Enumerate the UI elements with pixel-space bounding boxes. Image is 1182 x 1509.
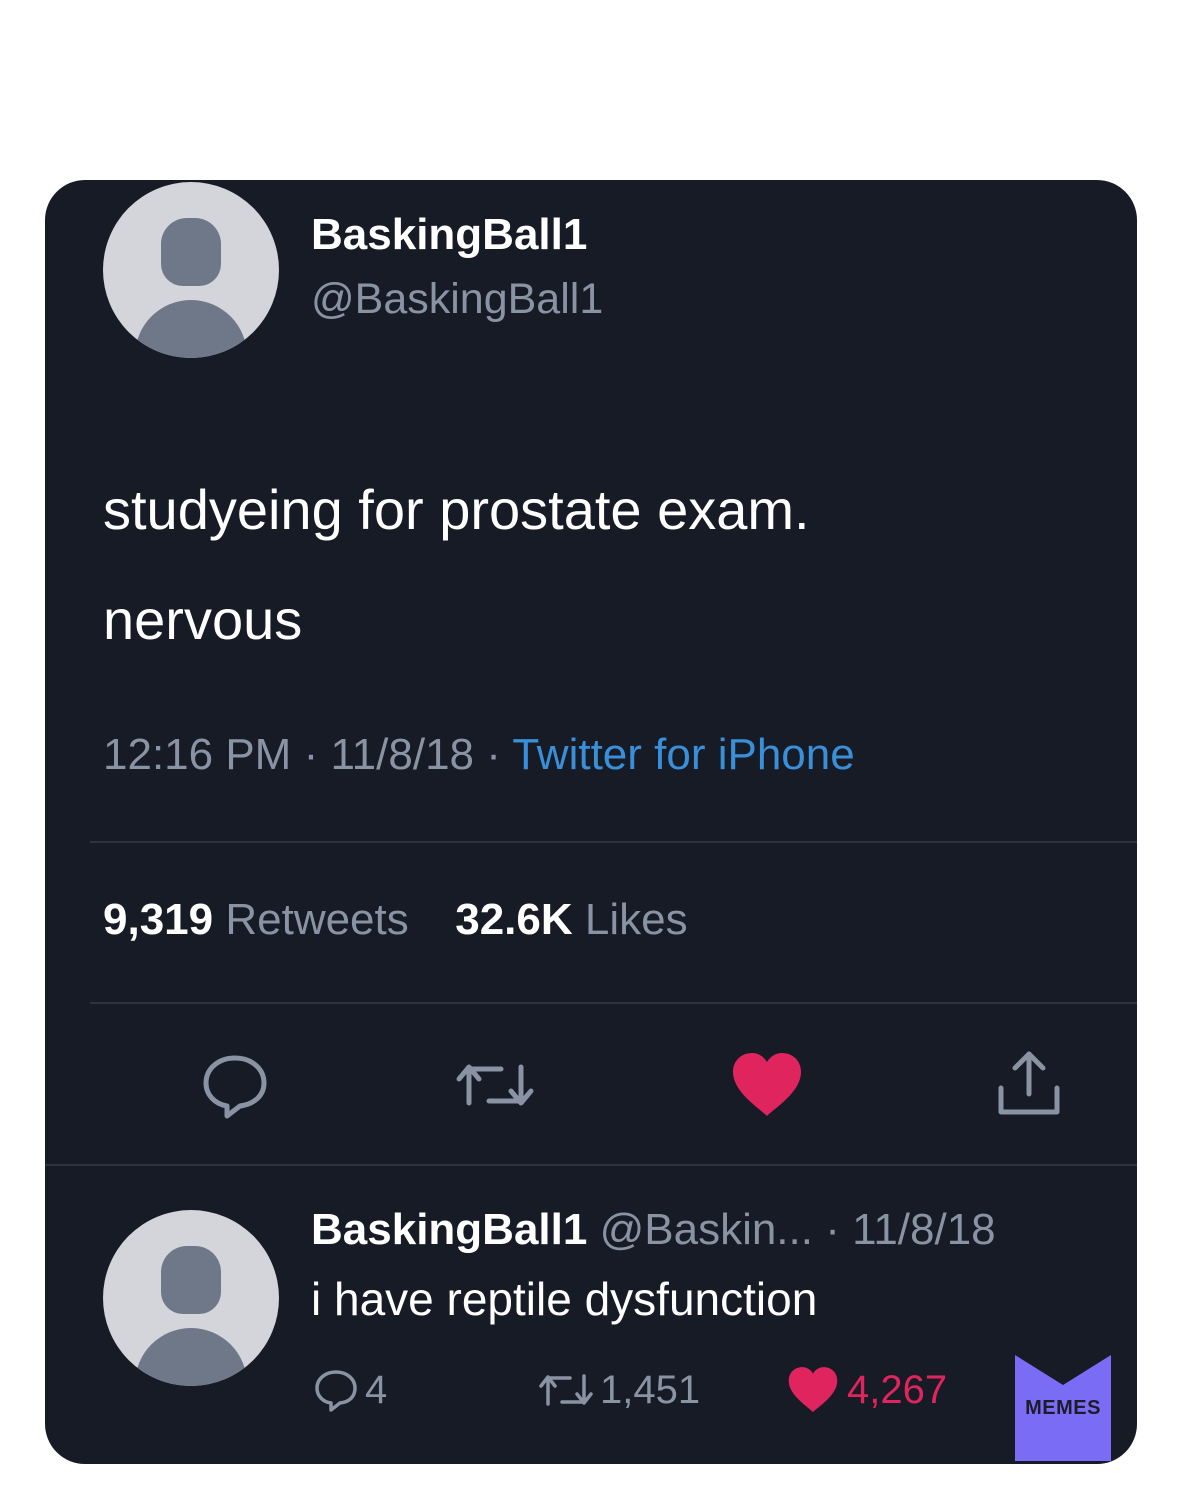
like-count: 32.6K xyxy=(455,895,573,944)
retweet-count: 9,319 xyxy=(103,895,214,944)
reply-count: 4 xyxy=(365,1367,388,1412)
tweet-stats: 9,319 Retweets 32.6K Likes xyxy=(103,895,688,945)
memes-watermark-logo: MEMES xyxy=(1015,1355,1111,1461)
reply-like-count: 4,267 xyxy=(847,1367,948,1412)
display-name[interactable]: BaskingBall1 xyxy=(311,210,587,260)
divider xyxy=(90,841,1137,843)
like-stat[interactable]: 32.6K Likes xyxy=(455,895,687,944)
avatar-shoulders xyxy=(135,1328,247,1386)
retweet-arrows-icon xyxy=(456,1064,534,1106)
tweet-source-link[interactable]: Twitter for iPhone xyxy=(512,730,854,779)
reply-reply-button[interactable]: 4 xyxy=(313,1360,387,1420)
reply-text: i have reptile dysfunction xyxy=(311,1273,818,1325)
reply-like-button[interactable]: 4,267 xyxy=(785,1360,947,1420)
reply-retweet-button[interactable]: 1,451 xyxy=(538,1360,700,1420)
tweet-time: 12:16 PM xyxy=(103,730,292,779)
share-upload-icon xyxy=(998,1051,1060,1115)
watermark-label: MEMES xyxy=(1025,1397,1101,1419)
retweet-label: Retweets xyxy=(225,895,409,944)
reply-handle[interactable]: @Baskin... xyxy=(600,1205,813,1254)
reply-retweet-count: 1,451 xyxy=(600,1367,701,1412)
reply-date: 11/8/18 xyxy=(852,1205,996,1254)
tweet-text-line: studyeing for prostate exam. xyxy=(103,478,810,541)
avatar-head xyxy=(161,1246,221,1314)
speech-bubble-icon xyxy=(203,1055,267,1119)
like-button[interactable] xyxy=(729,1050,801,1120)
tweet-text: studyeing for prostate exam. nervous xyxy=(103,455,1103,675)
heart-icon xyxy=(788,1367,838,1413)
tweet-date: 11/8/18 xyxy=(330,730,475,779)
like-label: Likes xyxy=(584,895,688,944)
avatar-head xyxy=(161,218,221,286)
reply-avatar[interactable] xyxy=(103,1210,279,1386)
retweet-stat[interactable]: 9,319 Retweets xyxy=(103,895,421,944)
retweet-button[interactable] xyxy=(455,1055,534,1125)
share-button[interactable] xyxy=(993,1048,1063,1118)
retweet-arrows-icon xyxy=(539,1374,593,1406)
user-handle[interactable]: @BaskingBall1 xyxy=(311,275,603,324)
heart-icon xyxy=(733,1053,801,1116)
avatar-shoulders xyxy=(135,300,247,358)
tweet-meta: 12:16 PM · 11/8/18 · Twitter for iPhone xyxy=(103,730,855,779)
tweet-card: BaskingBall1 @BaskingBall1 studyeing for… xyxy=(45,180,1137,1464)
tweet-text-line: nervous xyxy=(103,588,303,651)
reply-display-name[interactable]: BaskingBall1 xyxy=(311,1205,587,1254)
reply-button[interactable] xyxy=(200,1050,270,1120)
divider xyxy=(45,1164,1137,1166)
divider xyxy=(90,1002,1137,1004)
speech-bubble-icon xyxy=(315,1370,357,1412)
avatar[interactable] xyxy=(103,182,279,358)
reply-header: BaskingBall1 @Baskin... · 11/8/18 xyxy=(311,1205,996,1254)
